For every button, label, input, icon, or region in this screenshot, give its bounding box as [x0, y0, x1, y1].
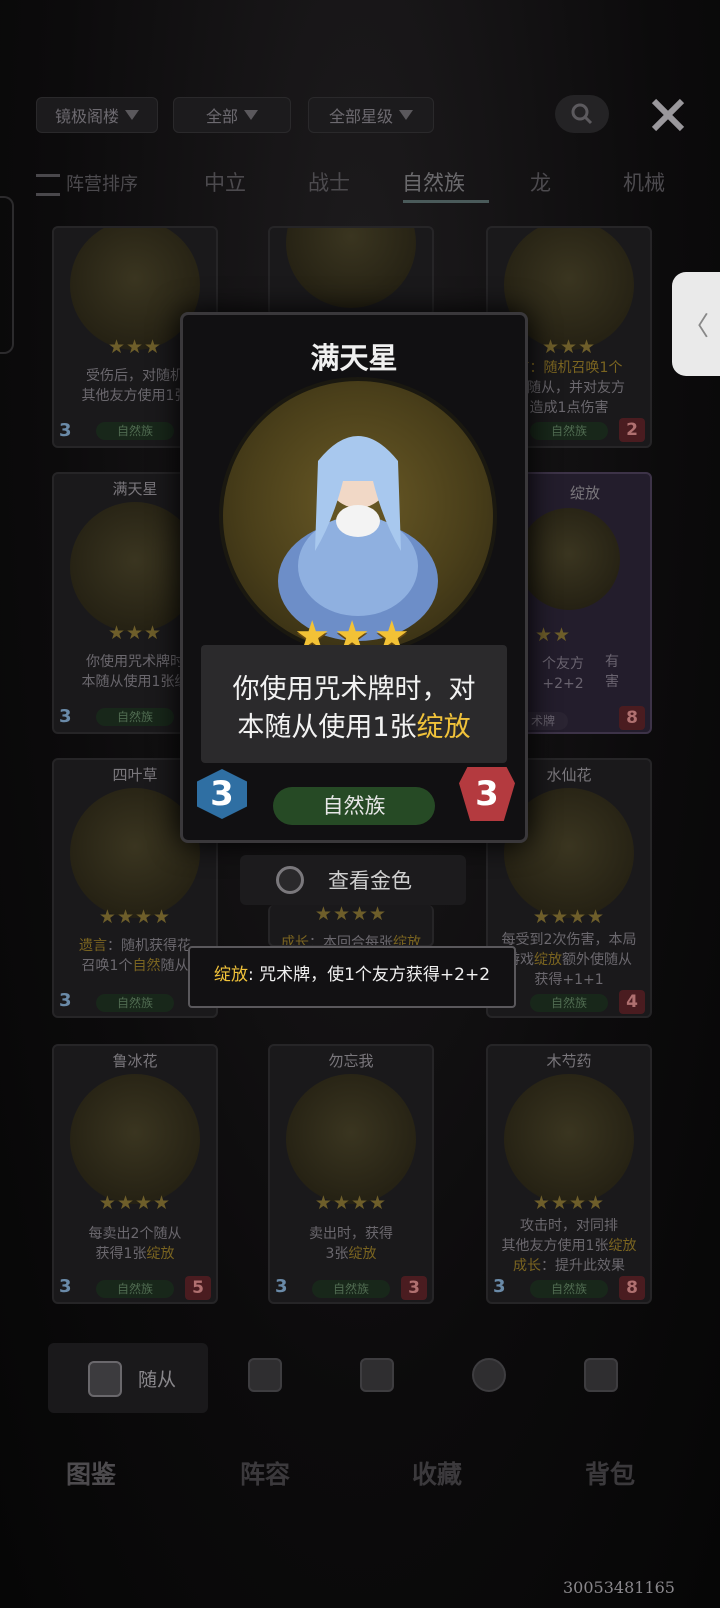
- nav-backpack[interactable]: 背包: [585, 1455, 635, 1491]
- close-icon: [651, 98, 685, 132]
- card-portrait: [286, 1074, 416, 1204]
- minion-card-partial[interactable]: ★★★★ 成长：本回合每张绽放: [268, 905, 434, 947]
- character-illustration: [278, 436, 438, 641]
- view-golden-toggle[interactable]: 查看金色: [240, 855, 466, 905]
- tab-neutral[interactable]: 中立: [204, 167, 246, 197]
- card-stars: ★★★★: [314, 1192, 388, 1214]
- tab-mech[interactable]: 机械: [623, 167, 665, 197]
- card-attack: 8: [619, 706, 645, 730]
- chevron-left-icon: 〈: [682, 311, 709, 342]
- card-name: 绽放: [569, 484, 600, 502]
- card-tribe: 自然族: [96, 1280, 174, 1298]
- minion-card[interactable]: 木芍药 ★★★★ 攻击时，对同排 其他友方使用1张绽放 成长：提升此效果 自然族 3…: [486, 1044, 652, 1304]
- card-stars: ★★: [534, 624, 572, 646]
- keyword-tooltip: 绽放: 咒术牌，使1个友方获得+2+2: [188, 946, 516, 1008]
- card-description: 每受到2次伤害，本局 游戏绽放额外使随从 获得+1+1: [501, 932, 637, 988]
- card-attack: 5: [185, 1276, 211, 1300]
- search-icon: [571, 103, 593, 125]
- card-description: 攻击时，对同排 其他友方使用1张绽放 成长：提升此效果: [501, 1218, 637, 1274]
- card-name: 木芍药: [546, 1052, 592, 1070]
- card-portrait: [522, 508, 620, 610]
- popup-card-attack: 3: [459, 767, 515, 821]
- card-cost: 3: [493, 1276, 506, 1297]
- popup-card-tribe: 自然族: [273, 787, 435, 825]
- card-stars: ★★★★: [532, 1192, 606, 1214]
- card-description: 每卖出2个随从 获得1张绽放: [88, 1226, 182, 1262]
- card-cost: 3: [59, 990, 72, 1011]
- sort-icon: [36, 174, 60, 196]
- side-drawer-handle[interactable]: 〈: [672, 272, 720, 376]
- cards-stack-icon[interactable]: [360, 1358, 394, 1392]
- card-tribe: 自然族: [530, 422, 608, 440]
- active-tab-indicator: [403, 200, 489, 203]
- card-attack: 4: [619, 990, 645, 1014]
- card-tribe: 自然族: [96, 994, 174, 1012]
- minion-card[interactable]: 鲁冰花 ★★★★ 每卖出2个随从 获得1张绽放 自然族 3 5: [52, 1044, 218, 1304]
- card-tribe: 自然族: [530, 1280, 608, 1298]
- card-cost: 3: [59, 1276, 72, 1297]
- search-button[interactable]: [555, 95, 609, 133]
- spell-card[interactable]: 绽放 ★★ 个友方 +2+2 有害 术牌 8: [520, 472, 652, 734]
- card-stars: ★★★★: [98, 906, 172, 928]
- location-filter-label: 镜极阁楼: [54, 107, 119, 126]
- subtab-minions[interactable]: 随从: [48, 1343, 208, 1413]
- hero-portrait-icon[interactable]: [472, 1358, 506, 1392]
- card-cost: 3: [59, 420, 72, 441]
- card-tribe: 自然族: [96, 422, 174, 440]
- card-name: 勿忘我: [328, 1052, 374, 1070]
- tab-dragon[interactable]: 龙: [530, 167, 551, 197]
- spell-card-icon[interactable]: [248, 1358, 282, 1392]
- card-portrait: [70, 1074, 200, 1204]
- card-description: 遗言：随机获得花 召唤1个自然随从: [79, 938, 191, 974]
- popup-card-cost: 3: [197, 769, 247, 819]
- star-filter[interactable]: 全部星级: [308, 97, 434, 133]
- card-attack: 8: [619, 1276, 645, 1300]
- card-portrait: [286, 228, 416, 308]
- dropdown-arrow-icon: [244, 110, 258, 120]
- sort-by-faction-button[interactable]: 阵营排序: [36, 170, 138, 196]
- minion-card[interactable]: [268, 226, 434, 316]
- view-golden-label: 查看金色: [328, 869, 412, 893]
- card-name: 鲁冰花: [112, 1052, 158, 1070]
- card-portrait: [504, 1074, 634, 1204]
- popup-card-name: 满天星: [310, 341, 398, 375]
- card-tribe: 自然族: [530, 994, 608, 1012]
- card-description: 成长：本回合每张绽放: [281, 935, 421, 947]
- minion-card-icon: [88, 1361, 122, 1397]
- category-filter[interactable]: 全部: [173, 97, 291, 133]
- card-detail-popup: 满天星 ★★★ 你使用咒术牌时，对 本随从使用1张绽放 3 自然族 3: [180, 312, 528, 843]
- tab-nature[interactable]: 自然族: [402, 167, 465, 197]
- cardback-icon[interactable]: [584, 1358, 618, 1392]
- left-edge-handle: [0, 196, 14, 354]
- card-tribe: 自然族: [96, 708, 174, 726]
- card-description: 卖出时，获得 3张绽放: [309, 1226, 393, 1262]
- sort-label: 阵营排序: [66, 174, 138, 195]
- star-filter-label: 全部星级: [328, 107, 393, 126]
- popup-card-description: 你使用咒术牌时，对 本随从使用1张绽放: [201, 645, 507, 763]
- tab-warrior[interactable]: 战士: [308, 167, 350, 197]
- card-stars: ★★★★: [532, 906, 606, 928]
- dropdown-arrow-icon: [399, 110, 413, 120]
- subtab-minions-label: 随从: [138, 1369, 177, 1391]
- dropdown-arrow-icon: [125, 110, 139, 120]
- card-tribe: 自然族: [312, 1280, 390, 1298]
- nav-favorites[interactable]: 收藏: [412, 1455, 462, 1491]
- category-filter-label: 全部: [205, 107, 238, 126]
- card-stars: ★★★★: [314, 905, 388, 925]
- watermark-id: 30053481165: [563, 1578, 675, 1597]
- location-filter[interactable]: 镜极阁楼: [36, 97, 158, 133]
- card-stars: ★★★★: [98, 1192, 172, 1214]
- card-cost: 3: [275, 1276, 288, 1297]
- nav-lineup[interactable]: 阵容: [240, 1455, 290, 1491]
- radio-icon[interactable]: [276, 866, 304, 894]
- minion-card[interactable]: 勿忘我 ★★★★ 卖出时，获得 3张绽放 自然族 3 3: [268, 1044, 434, 1304]
- nav-collection[interactable]: 图鉴: [66, 1455, 116, 1491]
- card-description-extra: 有害: [605, 654, 619, 690]
- close-button[interactable]: [645, 92, 691, 138]
- card-attack: 3: [401, 1276, 427, 1300]
- card-attack: 2: [619, 418, 645, 442]
- card-cost: 3: [59, 706, 72, 727]
